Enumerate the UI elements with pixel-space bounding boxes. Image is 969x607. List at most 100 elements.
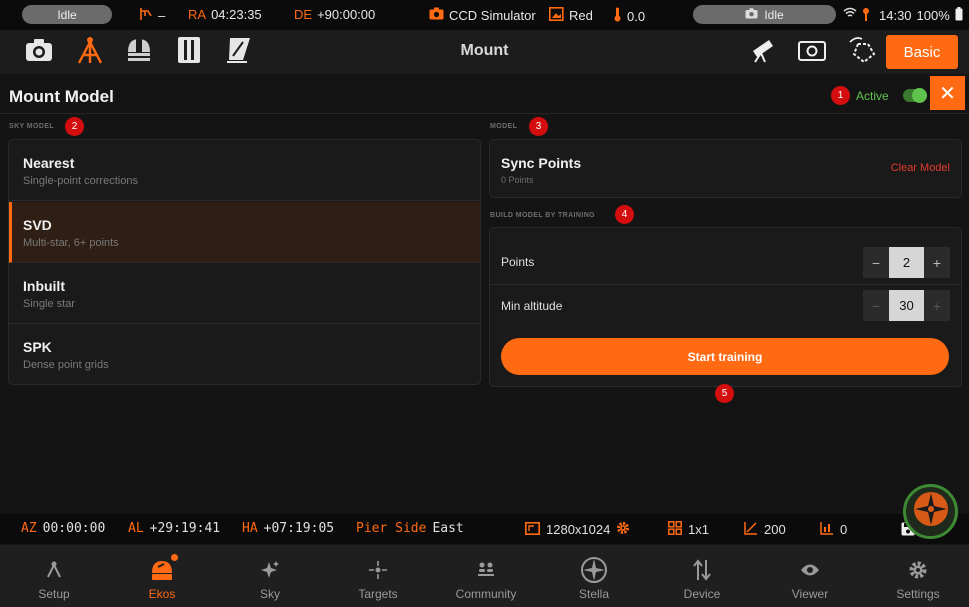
thermometer-icon <box>613 7 622 25</box>
temperature-value: 0.0 <box>627 8 646 24</box>
close-button[interactable]: ✕ <box>930 76 965 110</box>
annotation-badge-2: 2 <box>65 117 84 136</box>
sky-model-option-name: Nearest <box>23 155 75 171</box>
de-readout: DE +90:00:00 <box>294 7 375 22</box>
dome-icon <box>125 37 153 68</box>
ha-label: HA <box>242 521 258 536</box>
training-card: Points − 2 + Min altitude − 30 + Start t… <box>489 227 962 387</box>
stellarmate-assistant-button[interactable] <box>903 484 958 539</box>
camera-status[interactable]: CCD Simulator <box>429 7 536 23</box>
offset-readout[interactable]: 0 <box>820 521 847 538</box>
filter-status[interactable]: Red <box>549 7 593 24</box>
nav-label: Sky <box>259 587 280 601</box>
transfer-arrows-icon <box>692 559 712 581</box>
camera-icon <box>429 7 444 23</box>
observatory-module-button[interactable] <box>125 38 153 66</box>
mount-module-button[interactable] <box>76 36 104 66</box>
rotate-icon <box>848 36 876 69</box>
annotation-badge-5: 5 <box>715 384 734 403</box>
module-toolbar: Mount Basic <box>0 30 969 74</box>
sky-model-option-name: SPK <box>23 339 52 355</box>
start-training-button[interactable]: Start training <box>501 338 949 375</box>
sky-model-option-spk[interactable]: SPK Dense point grids <box>9 324 480 384</box>
nav-device[interactable]: Device <box>648 545 756 607</box>
nav-setup[interactable]: Setup <box>0 545 108 607</box>
min-altitude-label: Min altitude <box>501 299 563 313</box>
telescope-button[interactable] <box>748 38 776 66</box>
binning-readout[interactable]: 1x1 <box>668 521 709 538</box>
annotation-badge-3: 3 <box>529 117 548 136</box>
nav-sky[interactable]: Sky <box>216 545 324 607</box>
nav-ekos[interactable]: Ekos <box>108 545 216 607</box>
nav-settings[interactable]: Settings <box>864 545 969 607</box>
status-pill-left[interactable]: Idle <box>22 5 112 24</box>
offset-icon <box>820 521 834 538</box>
close-icon: ✕ <box>939 82 956 105</box>
al-label: AL <box>128 521 144 536</box>
status-pill-left-label: Idle <box>57 7 77 22</box>
nav-label: Targets <box>358 587 398 601</box>
header-divider <box>0 113 969 114</box>
flat-panel-icon <box>225 36 253 69</box>
ra-value: 04:23:35 <box>211 7 262 22</box>
basic-mode-button[interactable]: Basic <box>886 35 958 69</box>
active-toggle[interactable] <box>903 88 927 103</box>
ekos-icon <box>150 559 174 581</box>
camera-small-icon <box>745 7 758 22</box>
nav-label: Community <box>455 587 517 601</box>
nav-targets[interactable]: Targets <box>324 545 432 607</box>
az-readout: AZ 00:00:00 <box>21 521 105 536</box>
min-altitude-value[interactable]: 30 <box>889 290 924 321</box>
nav-community[interactable]: Community <box>432 545 540 607</box>
resolution-readout[interactable]: 1280x1024 <box>525 521 630 538</box>
gain-readout[interactable]: 200 <box>744 521 786 538</box>
rotate-button[interactable] <box>848 36 876 69</box>
battery-icon <box>955 7 963 24</box>
clear-model-button[interactable]: Clear Model <box>891 162 950 174</box>
points-decrement-button[interactable]: − <box>863 247 889 278</box>
de-value: +90:00:00 <box>317 7 376 22</box>
wifi-icon <box>843 7 857 18</box>
pier-side-value: East <box>432 521 464 536</box>
points-value[interactable]: 2 <box>889 247 924 278</box>
al-value: +29:19:41 <box>149 521 221 536</box>
camera-icon <box>25 38 53 67</box>
gear-icon <box>908 559 928 581</box>
location-icon <box>862 7 870 21</box>
sky-model-option-svd[interactable]: SVD Multi-star, 6+ points <box>9 202 480 263</box>
sky-model-option-nearest[interactable]: Nearest Single-point corrections <box>9 140 480 201</box>
sync-points-title: Sync Points <box>501 155 582 171</box>
capture-module-button[interactable] <box>25 38 53 66</box>
nav-label: Viewer <box>791 587 829 601</box>
filter-name: Red <box>569 8 593 23</box>
sky-model-option-inbuilt[interactable]: Inbuilt Single star <box>9 263 480 324</box>
status-pill-right[interactable]: Idle <box>693 5 836 24</box>
battery-value: 100% <box>916 8 950 23</box>
people-icon <box>476 559 496 581</box>
offset-value: 0 <box>840 522 848 537</box>
time-value: 14:30 <box>879 8 912 23</box>
training-label: BUILD MODEL BY TRAINING <box>490 212 595 219</box>
status-bar: Idle – RA 04:23:35 DE +90:00:00 CCD Simu… <box>0 0 969 30</box>
points-increment-button[interactable]: + <box>924 247 950 278</box>
gain-value: 200 <box>764 522 786 537</box>
mount-status: – <box>139 7 165 24</box>
filter-module-button[interactable] <box>175 36 203 66</box>
nav-stella[interactable]: Stella <box>540 545 648 607</box>
min-altitude-decrement-button[interactable]: − <box>863 290 889 321</box>
nav-label: Stella <box>578 587 610 601</box>
points-stepper: − 2 + <box>863 247 950 278</box>
flat-module-button[interactable] <box>225 36 253 69</box>
min-altitude-increment-button[interactable]: + <box>924 290 950 321</box>
pier-side-readout: Pier Side East <box>356 521 464 536</box>
nav-viewer[interactable]: Viewer <box>756 545 864 607</box>
notification-dot <box>171 554 178 561</box>
min-altitude-stepper: − 30 + <box>863 290 950 321</box>
gear-icon <box>616 521 630 538</box>
ra-readout: RA 04:23:35 <box>188 7 262 22</box>
sparkle-icon <box>260 559 280 581</box>
grid-icon <box>668 521 682 538</box>
frame-button[interactable] <box>798 38 826 66</box>
sky-model-list: Nearest Single-point corrections SVD Mul… <box>8 139 481 385</box>
de-label: DE <box>294 7 313 22</box>
